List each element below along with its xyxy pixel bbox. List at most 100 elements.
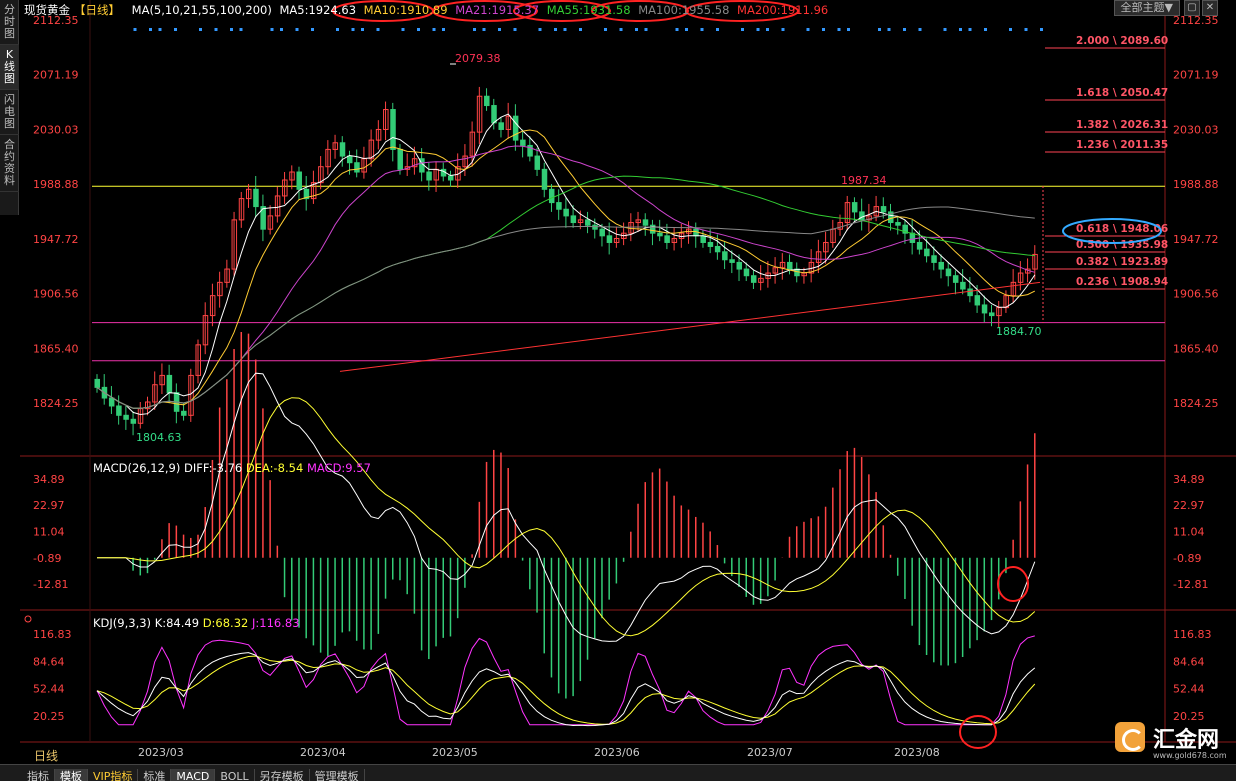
signal-dot [351,28,355,31]
signal-dot [270,28,274,31]
tab-templates[interactable]: 模板 [55,769,88,781]
close-icon[interactable]: ✕ [1202,0,1218,16]
minimize-button[interactable]: ▢ [1184,0,1200,16]
macd-title: MACD(26,12,9) [93,461,181,475]
signal-dot [1040,28,1043,31]
ma21-line [96,145,1035,409]
candle-body [606,235,613,243]
macd-diff: DIFF:-3.76 [184,461,243,475]
high-annotation: 2079.38 [455,52,501,65]
signal-dot [311,28,314,31]
tab-manage-templates[interactable]: 管理模板 [310,769,365,781]
price-tick-label-left: 2030.03 [33,123,79,136]
macd-tick-label-left: 34.89 [33,473,65,486]
theme-dropdown[interactable]: 全部主题▼ [1113,0,1180,16]
candle-body [743,268,750,277]
signal-dot [473,28,476,31]
x-tick-label: 2023/08 [894,746,940,759]
signal-dot [199,28,202,31]
x-tick-label: 2023/03 [138,746,184,759]
candle-body [989,312,995,317]
macd-tick-label-left: 11.04 [33,526,65,539]
candle-body [253,188,259,208]
price-tick-label: 2030.03 [1173,123,1219,136]
signal-dot [1024,28,1028,31]
candle-body [895,222,901,226]
tab-boll[interactable]: BOLL [215,769,255,781]
signal-dot [280,28,283,31]
candle-body [722,251,728,261]
candle-body [707,241,714,247]
candle-body [108,397,115,407]
price-tick-label: 2071.19 [1173,69,1219,82]
candle-body [556,202,562,210]
signal-dot [943,28,947,31]
kdj-j: J:116.83 [252,616,300,630]
ma5-line [96,113,1036,416]
kdj-tick-label: 84.64 [1173,655,1205,668]
candle-body [491,105,497,124]
price-tick-label-left: 1865.40 [33,342,79,355]
candle-body [714,245,721,253]
signal-dot [837,28,841,31]
candle-body [945,268,952,277]
candle-body [116,405,122,416]
kdj-tick-label-left: 84.64 [33,655,65,668]
signal-dot [766,28,769,31]
signal-dot [482,28,486,31]
fib-label: 0.382 \ 1923.89 [1076,256,1168,268]
signal-dot [149,28,152,31]
signal-dot [133,28,137,31]
period-selector[interactable]: 日线 [34,747,58,764]
candle-body [123,414,129,420]
macd-tick-label: 11.04 [1173,526,1205,539]
candle-body [938,261,945,270]
signal-dot [554,28,557,31]
signal-dot [336,28,339,31]
tab-vip-indicators[interactable]: VIP指标 [88,769,139,781]
macd-tick-label: -12.81 [1173,578,1208,591]
brand-logo: 汇金网 www.gold678.com [1113,720,1233,764]
signal-dot [579,28,582,31]
candle-body [642,219,649,226]
price-tick-label-left: 1947.72 [33,233,79,246]
tab-save-template[interactable]: 另存模板 [255,769,310,781]
signal-dot [968,28,972,31]
macd-tick-label: 22.97 [1173,499,1205,512]
instrument-name: 现货黄金 [24,3,70,17]
ma200-value: MA200:1911.96 [737,3,829,17]
macd-cross-circle [997,566,1029,602]
kdj-title: KDJ(9,3,3) [93,616,152,630]
signal-dot [644,28,648,31]
signal-dot [498,28,501,31]
signal-dot [1009,28,1012,31]
price-tick-label: 1865.40 [1173,342,1219,355]
x-tick-label: 2023/06 [594,746,640,759]
candle-body [512,115,519,141]
signal-dot [361,28,364,31]
candle-body [520,139,526,146]
signal-dot [432,28,436,31]
candle-body [916,241,923,250]
tab-standard[interactable]: 标准 [138,769,172,781]
candle-body [981,304,988,314]
logo-url: www.gold678.com [1153,751,1227,760]
candle-body [592,224,598,230]
price-tick-label: 1906.56 [1173,288,1219,301]
macd-dea: DEA:-8.54 [245,461,304,475]
period-tag: 【日线】 [74,3,120,17]
tab-macd[interactable]: MACD [171,769,216,781]
x-tick-label: 2023/04 [300,746,346,759]
macd-header: MACD(26,12,9) DIFF:-3.76 DEA:-8.54 MACD:… [93,461,371,475]
candle-body [354,162,360,173]
signal-dot [903,28,906,31]
macd-tick-label: -0.89 [1173,552,1201,565]
price-tick-label: 1947.72 [1173,233,1219,246]
tab-indicators[interactable]: 指标 [22,769,55,781]
candle-body [664,235,670,243]
signal-dot [604,28,607,31]
macd-tick-label-left: -0.89 [33,552,61,565]
price-chart-canvas[interactable]: 2112.352112.352071.192071.192030.032030.… [0,0,1236,764]
signal-dot [401,28,405,31]
signal-dot [174,28,177,31]
